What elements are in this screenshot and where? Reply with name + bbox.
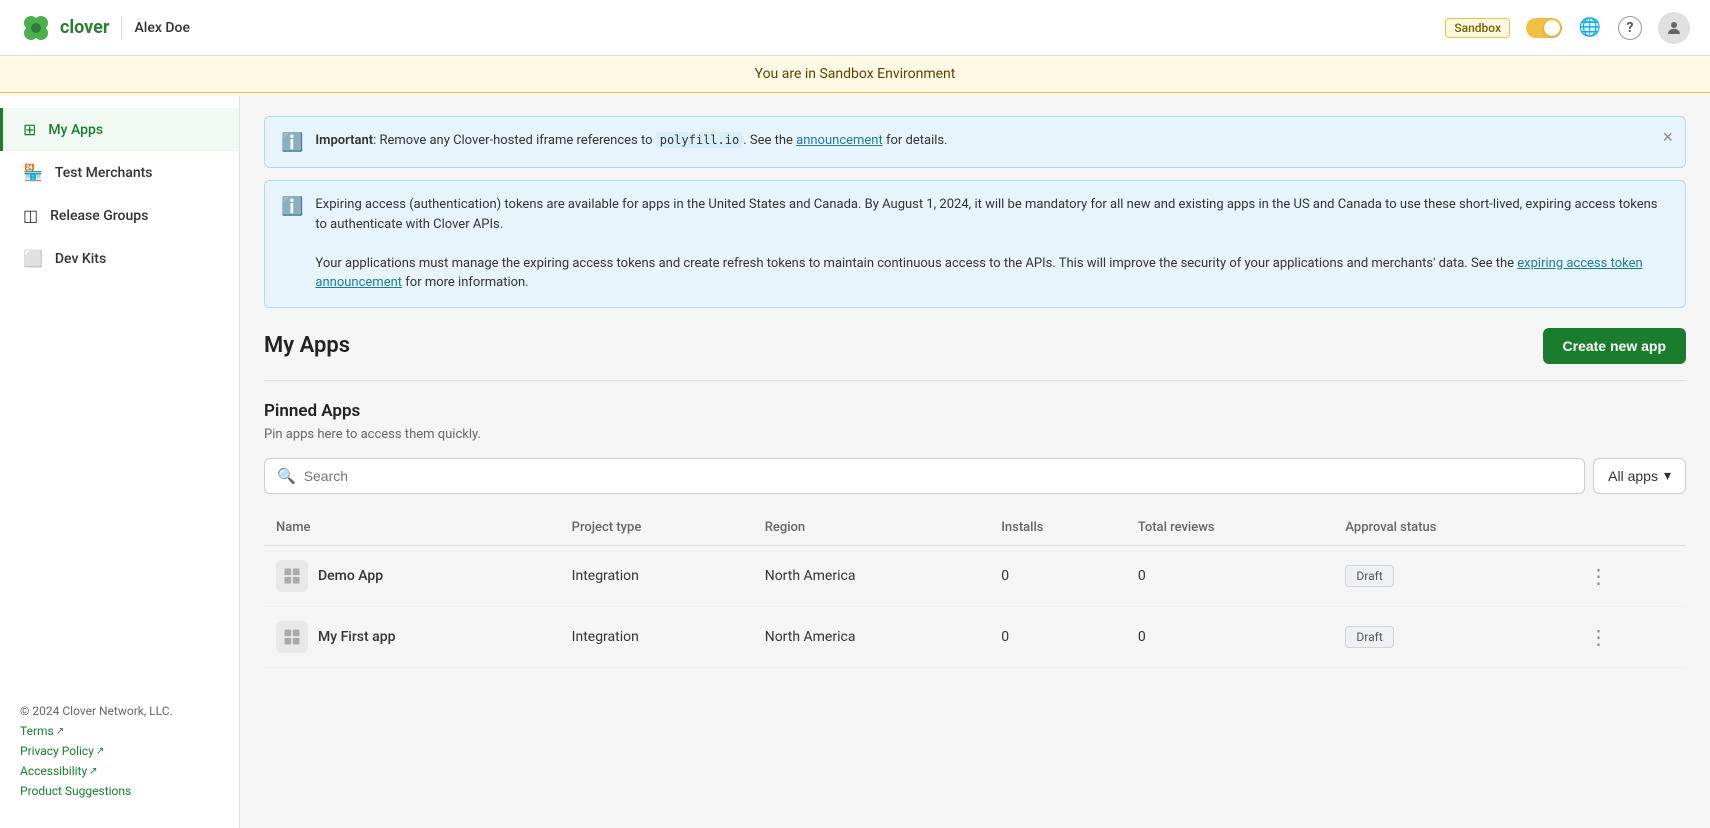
app-name-text[interactable]: Demo App: [318, 568, 383, 584]
table-row: My First app Integration North America 0…: [264, 606, 1686, 667]
ext-icon-2: ↗: [96, 746, 104, 757]
page-header: My Apps Create new app: [264, 328, 1686, 364]
app-icon: [282, 627, 302, 647]
table-header: Name Project type Region Installs Total …: [264, 510, 1686, 546]
sandbox-badge: Sandbox: [1445, 18, 1510, 38]
app-total-reviews: 0: [1126, 545, 1334, 606]
app-name-cell: My First app: [276, 621, 548, 653]
app-avatar: [276, 560, 308, 592]
help-icon[interactable]: ?: [1618, 16, 1642, 40]
alert-expiring-tokens: ℹ️ Expiring access (authentication) toke…: [264, 180, 1686, 308]
approval-status-badge: Draft: [1345, 565, 1393, 587]
sandbox-banner: You are in Sandbox Environment: [0, 56, 1710, 93]
create-new-app-button[interactable]: Create new app: [1543, 328, 1686, 364]
sandbox-banner-text: You are in Sandbox Environment: [755, 66, 956, 82]
col-approval-status: Approval status: [1333, 510, 1570, 546]
alert-1-strong: Important: [315, 133, 373, 148]
alert-polyfill: ℹ️ Important: Remove any Clover-hosted i…: [264, 116, 1686, 168]
nav-divider: [121, 16, 122, 40]
devkit-icon: ⬜: [23, 249, 43, 268]
search-input[interactable]: [304, 468, 1572, 484]
copyright: © 2024 Clover Network, LLC.: [20, 704, 219, 718]
release-icon: ◫: [23, 206, 38, 225]
search-box: 🔍: [264, 458, 1585, 494]
sidebar-footer: © 2024 Clover Network, LLC. Terms ↗ Priv…: [0, 692, 239, 816]
sidebar-item-test-merchants[interactable]: 🏪 Test Merchants: [0, 151, 239, 194]
all-apps-filter-button[interactable]: All apps ▾: [1593, 458, 1686, 494]
sidebar-nav: ⊞ My Apps 🏪 Test Merchants ◫ Release Gro…: [0, 108, 239, 280]
sidebar-label-my-apps: My Apps: [48, 122, 103, 138]
accessibility-link[interactable]: Accessibility ↗: [20, 764, 98, 778]
col-installs: Installs: [989, 510, 1126, 546]
sidebar-item-release-groups[interactable]: ◫ Release Groups: [0, 194, 239, 237]
app-installs: 0: [989, 606, 1126, 667]
top-nav: clover Alex Doe Sandbox 🌐 ?: [0, 0, 1710, 56]
app-total-reviews: 0: [1126, 606, 1334, 667]
pinned-apps-title: Pinned Apps: [264, 401, 1686, 421]
sidebar-label-test-merchants: Test Merchants: [55, 165, 153, 181]
nav-right: Sandbox 🌐 ?: [1445, 12, 1690, 44]
col-project-type: Project type: [560, 510, 753, 546]
alert-1-code: polyfill.io: [656, 132, 743, 148]
avatar-icon: [1665, 19, 1683, 37]
search-filter-row: 🔍 All apps ▾: [264, 458, 1686, 494]
globe-icon[interactable]: 🌐: [1578, 16, 1602, 40]
alert-1-close-button[interactable]: ×: [1662, 127, 1673, 148]
user-name: Alex Doe: [134, 20, 189, 36]
sidebar-label-dev-kits: Dev Kits: [55, 251, 106, 267]
main-content: ℹ️ Important: Remove any Clover-hosted i…: [240, 96, 1710, 828]
app-name-cell: Demo App: [276, 560, 548, 592]
alert-1-text: Important: Remove any Clover-hosted ifra…: [315, 131, 1669, 151]
nav-left: clover Alex Doe: [20, 12, 190, 44]
grid-icon: ⊞: [23, 120, 36, 139]
pinned-apps-subtitle: Pin apps here to access them quickly.: [264, 427, 1686, 442]
app-installs: 0: [989, 545, 1126, 606]
app-layout: ⊞ My Apps 🏪 Test Merchants ◫ Release Gro…: [0, 0, 1710, 828]
apps-table: Name Project type Region Installs Total …: [264, 510, 1686, 668]
product-suggestions-link[interactable]: Product Suggestions: [20, 784, 131, 798]
ext-icon: ↗: [56, 726, 64, 737]
sidebar-item-dev-kits[interactable]: ⬜ Dev Kits: [0, 237, 239, 280]
approval-status-badge: Draft: [1345, 626, 1393, 648]
toggle-thumb: [1544, 20, 1560, 36]
clover-logo[interactable]: clover: [20, 12, 109, 44]
chevron-down-icon: ▾: [1664, 467, 1671, 484]
terms-link[interactable]: Terms ↗: [20, 724, 64, 738]
col-actions: [1571, 510, 1686, 546]
col-region: Region: [753, 510, 990, 546]
app-project-type: Integration: [560, 606, 753, 667]
clover-logo-svg: [20, 12, 52, 44]
toggle-track[interactable]: [1526, 18, 1562, 38]
sidebar: ⊞ My Apps 🏪 Test Merchants ◫ Release Gro…: [0, 96, 240, 828]
ext-icon-3: ↗: [89, 766, 97, 777]
announcement-link[interactable]: announcement: [796, 133, 883, 148]
filter-label: All apps: [1608, 468, 1658, 484]
section-divider: [264, 380, 1686, 381]
app-icon: [282, 566, 302, 586]
sidebar-item-my-apps[interactable]: ⊞ My Apps: [0, 108, 239, 151]
col-total-reviews: Total reviews: [1126, 510, 1334, 546]
col-name: Name: [264, 510, 560, 546]
app-name-text[interactable]: My First app: [318, 629, 395, 645]
row-menu-button[interactable]: ⋮: [1583, 623, 1615, 651]
alert-2-text: Expiring access (authentication) tokens …: [315, 195, 1669, 293]
info-icon-1: ℹ️: [281, 132, 303, 153]
expiring-token-link[interactable]: expiring access token announcement: [315, 256, 1642, 291]
privacy-policy-link[interactable]: Privacy Policy ↗: [20, 744, 104, 758]
store-icon: 🏪: [23, 163, 43, 182]
app-region: North America: [753, 606, 990, 667]
app-project-type: Integration: [560, 545, 753, 606]
info-icon-2: ℹ️: [281, 196, 303, 217]
clover-brand: clover: [60, 17, 109, 38]
search-icon: 🔍: [277, 467, 296, 485]
table-body: Demo App Integration North America 0 0 D…: [264, 545, 1686, 667]
environment-toggle[interactable]: [1526, 18, 1562, 38]
page-title: My Apps: [264, 333, 350, 358]
row-menu-button[interactable]: ⋮: [1583, 562, 1615, 590]
user-avatar[interactable]: [1658, 12, 1690, 44]
sidebar-label-release-groups: Release Groups: [50, 208, 148, 224]
app-avatar: [276, 621, 308, 653]
app-region: North America: [753, 545, 990, 606]
table-row: Demo App Integration North America 0 0 D…: [264, 545, 1686, 606]
